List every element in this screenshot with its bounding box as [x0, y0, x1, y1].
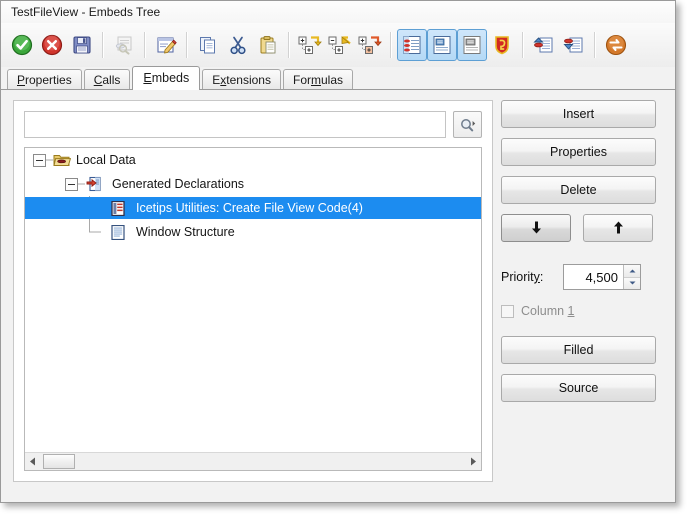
priority-stepper[interactable]: 4,500 — [563, 264, 641, 290]
move-button-row — [501, 214, 667, 252]
folder-open-icon — [53, 151, 71, 169]
spin-down-icon[interactable] — [624, 277, 640, 289]
column-checkbox[interactable] — [501, 304, 514, 318]
properties-button[interactable]: Properties — [501, 138, 656, 166]
find-in-database-icon — [109, 29, 139, 61]
expander-minus-icon[interactable] — [65, 177, 78, 191]
tree-panel: Local Data Generated Declarations Icetip… — [13, 100, 493, 482]
tree-node-label: Icetips Utilities: Create File View Code… — [136, 201, 363, 215]
cancel-icon[interactable] — [37, 29, 67, 61]
insert-button[interactable]: Insert — [501, 100, 656, 128]
tree-connector — [78, 183, 85, 185]
embeds-tab-page: Local Data Generated Declarations Icetip… — [1, 89, 675, 502]
side-button-panel: Insert Properties Delete Priority: 4,500… — [501, 100, 667, 412]
toolbar-separator — [288, 32, 290, 58]
paste-clipboard-icon[interactable] — [253, 29, 283, 61]
tab-properties[interactable]: Properties — [7, 69, 82, 89]
search-input[interactable] — [24, 111, 446, 138]
toolbar-separator — [102, 32, 104, 58]
ok-check-icon[interactable] — [7, 29, 37, 61]
tree-node-local-data[interactable]: Local Data — [25, 148, 481, 172]
shield-badge-icon[interactable] — [487, 29, 517, 61]
document-lines-icon — [109, 223, 127, 241]
scroll-left-arrow-icon[interactable] — [25, 454, 41, 469]
save-disk-icon[interactable] — [67, 29, 97, 61]
main-toolbar — [1, 23, 675, 67]
embeds-tree[interactable]: Local Data Generated Declarations Icetip… — [24, 147, 482, 471]
delete-button[interactable]: Delete — [501, 176, 656, 204]
view-detail-icon[interactable] — [427, 29, 457, 61]
tree-node-label: Generated Declarations — [112, 177, 245, 191]
search-row — [24, 111, 482, 139]
column-checkbox-row[interactable]: Column 1 — [501, 300, 667, 322]
view-card-icon[interactable] — [457, 29, 487, 61]
priority-value[interactable]: 4,500 — [564, 270, 623, 285]
priority-label: Priority: — [501, 270, 544, 284]
priority-row: Priority: 4,500 — [501, 264, 667, 290]
search-magnifier-dropdown-icon[interactable] — [453, 111, 482, 138]
column-checkbox-label: Column 1 — [521, 304, 575, 318]
tree-node-label: Local Data — [76, 153, 136, 167]
window-titlebar: TestFileView - Embeds Tree — [1, 1, 675, 23]
tab-embeds[interactable]: Embeds — [132, 66, 201, 90]
copy-icon[interactable] — [193, 29, 223, 61]
source-button[interactable]: Source — [501, 374, 656, 402]
declaration-arrow-icon — [85, 175, 103, 193]
toolbar-separator — [144, 32, 146, 58]
tree-node-label: Window Structure — [136, 225, 235, 239]
cut-scissors-icon[interactable] — [223, 29, 253, 61]
tree-horizontal-scrollbar[interactable] — [25, 452, 481, 470]
toolbar-separator — [522, 32, 524, 58]
arrow-down-icon — [531, 221, 541, 234]
embeds-tree-window: TestFileView - Embeds Tree Properties Ca… — [0, 0, 676, 503]
move-up-button[interactable] — [583, 214, 654, 242]
toolbar-separator — [594, 32, 596, 58]
tab-calls[interactable]: Calls — [83, 69, 131, 89]
refresh-sync-icon[interactable] — [601, 29, 631, 61]
tree-connector — [46, 159, 53, 161]
expand-branch-icon[interactable] — [355, 29, 385, 61]
view-list-icon[interactable] — [397, 29, 427, 61]
move-up-list-icon[interactable] — [529, 29, 559, 61]
priority-spin-buttons — [623, 265, 640, 289]
scrollbar-thumb[interactable] — [43, 454, 75, 469]
move-down-list-icon[interactable] — [559, 29, 589, 61]
spin-up-icon[interactable] — [624, 265, 640, 278]
arrow-up-icon — [613, 221, 623, 234]
tree-node-window-structure[interactable]: Window Structure — [25, 220, 481, 244]
tree-node-generated-declarations[interactable]: Generated Declarations — [25, 172, 481, 196]
expand-all-icon[interactable] — [295, 29, 325, 61]
expander-minus-icon[interactable] — [33, 153, 46, 167]
tab-formulas[interactable]: Formulas — [282, 69, 353, 89]
tree-rows: Local Data Generated Declarations Icetip… — [25, 148, 481, 453]
tree-node-icetips-create-file-view-code[interactable]: Icetips Utilities: Create File View Code… — [25, 196, 481, 220]
move-down-button[interactable] — [501, 214, 571, 242]
tab-strip: Properties Calls Embeds Extensions Formu… — [1, 66, 675, 90]
embed-code-icon — [109, 199, 127, 217]
window-title: TestFileView - Embeds Tree — [11, 5, 161, 19]
scroll-right-arrow-icon[interactable] — [465, 454, 481, 469]
edit-pencil-icon[interactable] — [151, 29, 181, 61]
tree-connector — [89, 220, 101, 233]
tab-extensions[interactable]: Extensions — [202, 69, 281, 89]
collapse-all-icon[interactable] — [325, 29, 355, 61]
toolbar-separator — [390, 32, 392, 58]
filled-button[interactable]: Filled — [501, 336, 656, 364]
toolbar-separator — [186, 32, 188, 58]
